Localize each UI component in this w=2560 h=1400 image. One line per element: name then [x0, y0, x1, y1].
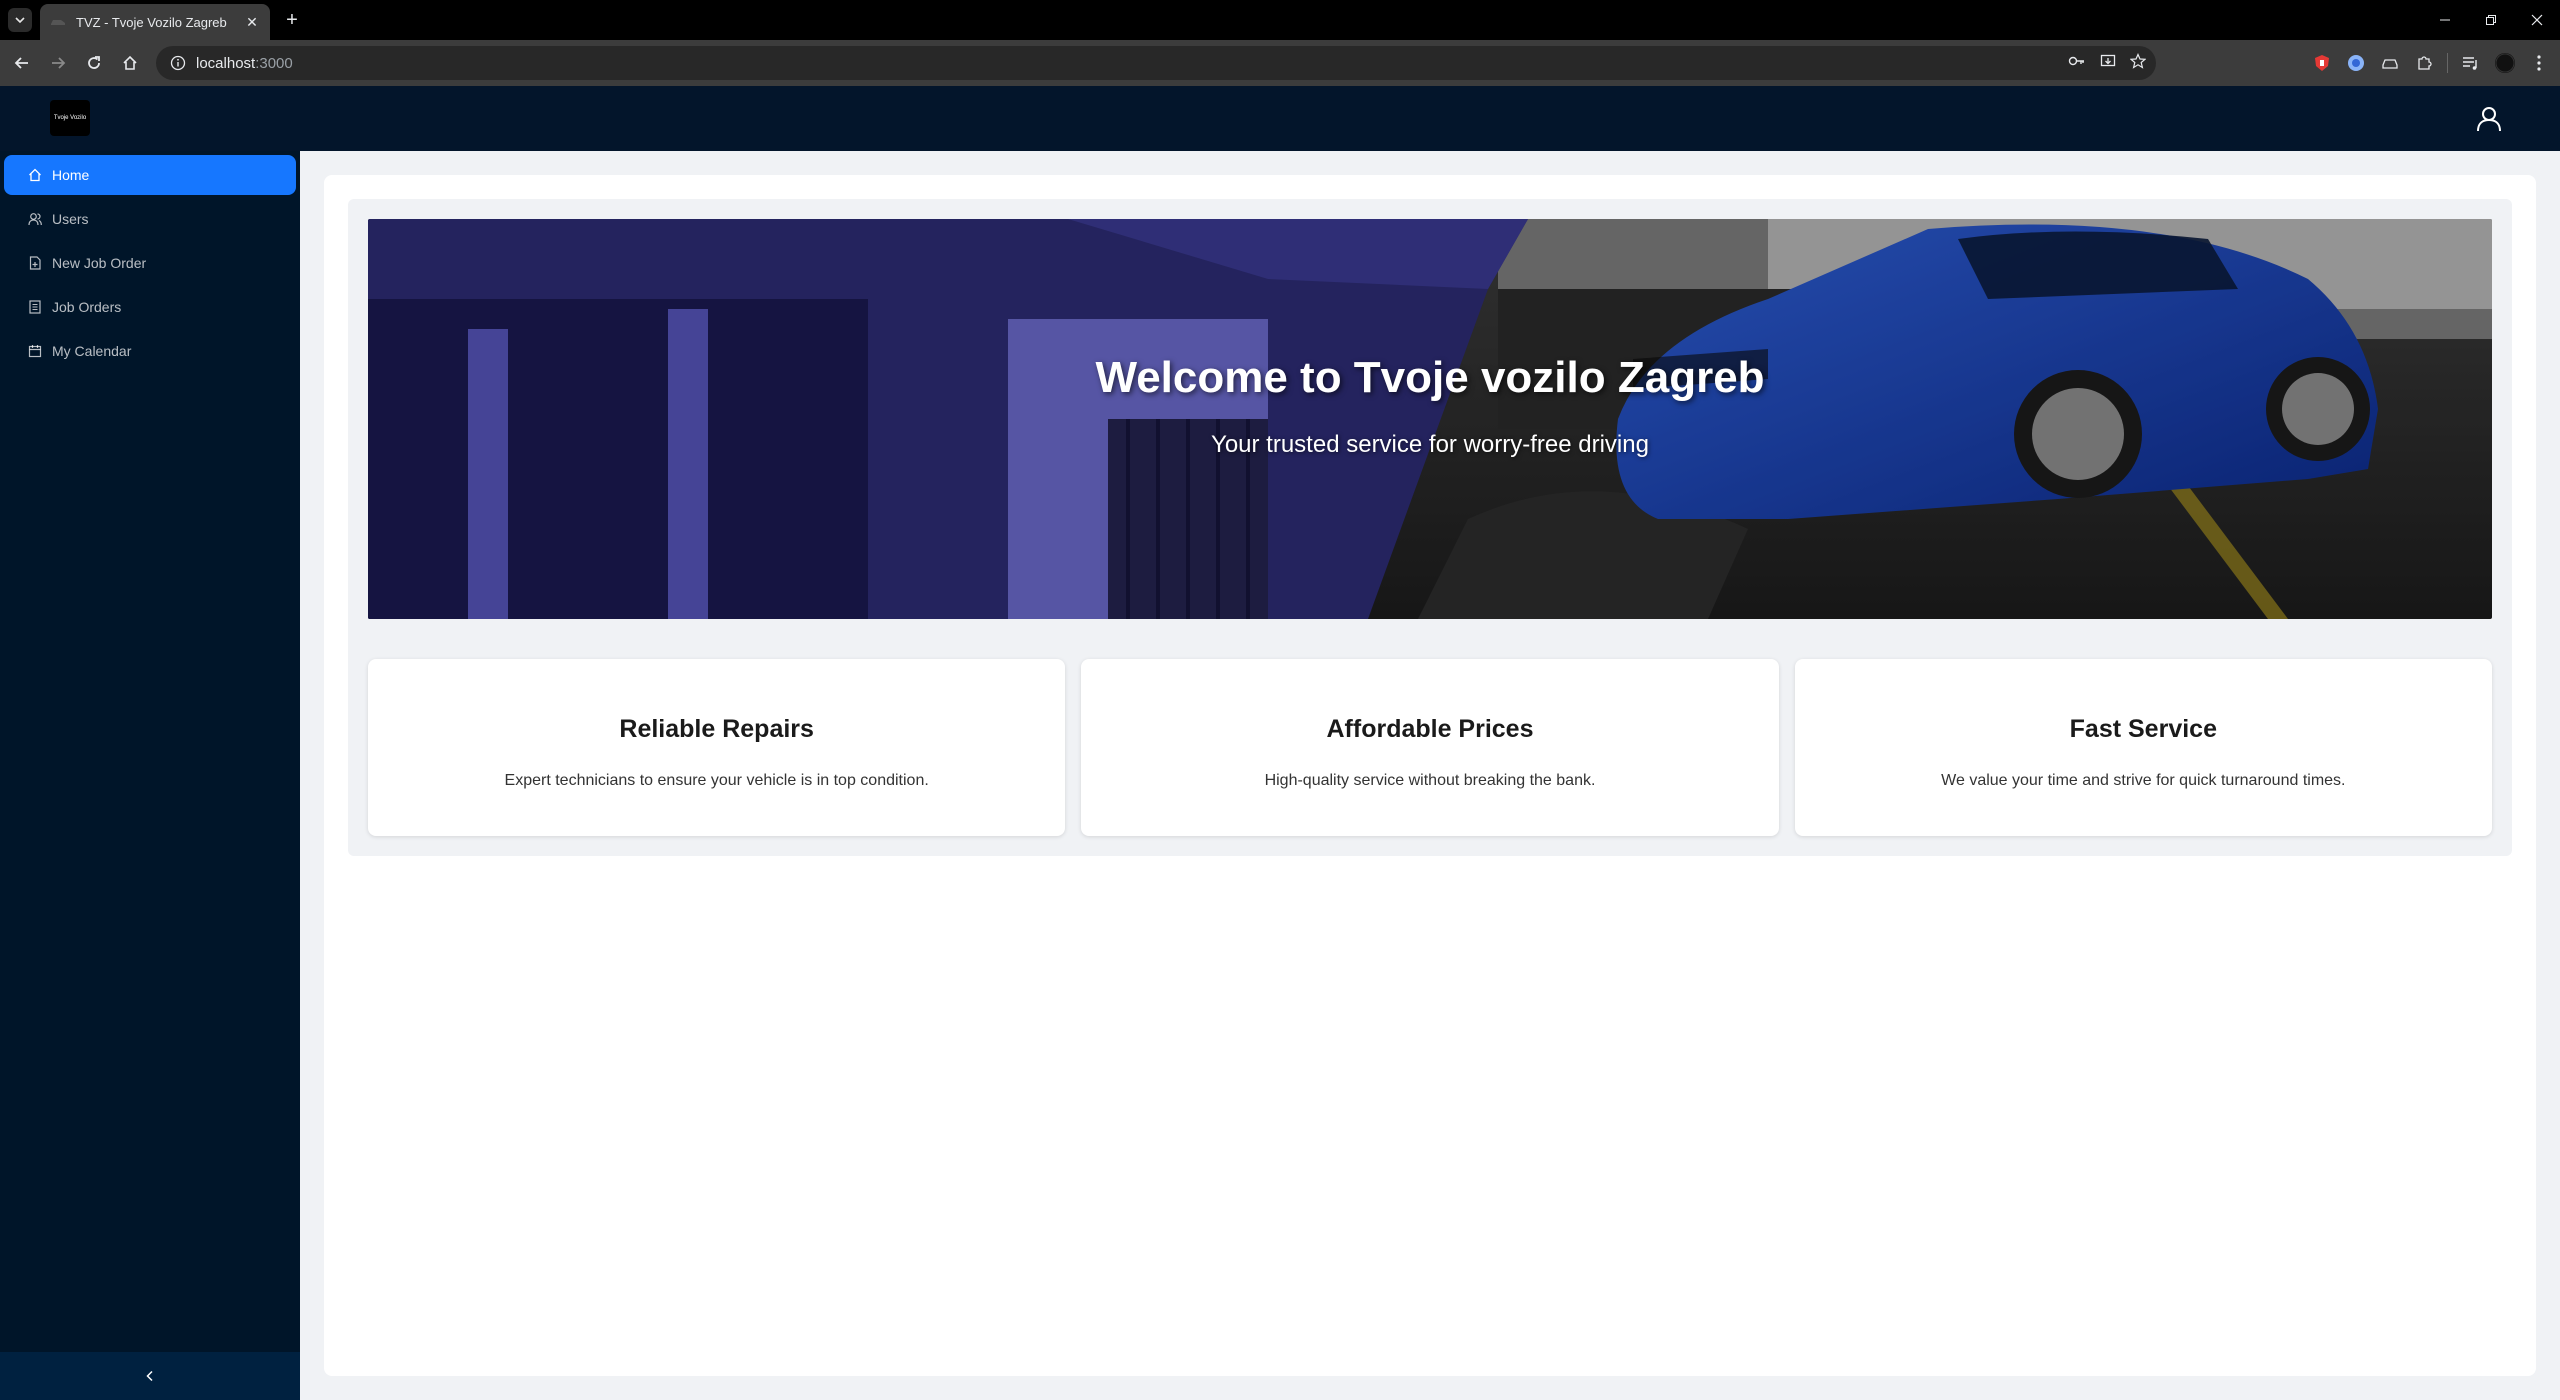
- users-icon: [28, 212, 42, 226]
- hero-subtitle: Your trusted service for worry-free driv…: [1211, 431, 1649, 458]
- list-icon: [28, 300, 42, 314]
- reload-icon: [88, 56, 100, 69]
- app-logo[interactable]: Tvoje Vozilo: [50, 100, 90, 136]
- sidebar-item-my-calendar[interactable]: My Calendar: [4, 331, 296, 371]
- browser-toolbar: localhost:3000: [0, 40, 2560, 86]
- user-icon: [2477, 107, 2501, 132]
- toolbar-divider: [2447, 53, 2448, 73]
- close-window-button[interactable]: [2514, 0, 2560, 40]
- browser-menu-icon[interactable]: [2528, 52, 2550, 74]
- logo-text: Tvoje Vozilo: [53, 115, 87, 121]
- back-button[interactable]: [4, 45, 40, 81]
- window-controls: [2422, 0, 2560, 40]
- home-browser-button[interactable]: [112, 45, 148, 81]
- extension-blue-icon[interactable]: [2345, 52, 2367, 74]
- calendar-icon: [28, 344, 42, 358]
- restore-icon: [2486, 15, 2496, 25]
- address-bar[interactable]: localhost:3000: [156, 46, 2156, 80]
- close-icon: [2531, 14, 2543, 26]
- sidebar-item-home[interactable]: Home: [4, 155, 296, 195]
- browser-tabstrip: TVZ - Tvoje Vozilo Zagreb ✕ +: [0, 0, 2560, 40]
- card-text: Expert technicians to ensure your vehicl…: [504, 772, 929, 789]
- card-text: We value your time and strive for quick …: [1941, 772, 2346, 789]
- user-profile-button[interactable]: [2472, 102, 2506, 136]
- url-host: localhost: [196, 54, 256, 72]
- omnibox-actions: [2068, 46, 2147, 80]
- url-port: :3000: [255, 54, 293, 72]
- restore-button[interactable]: [2468, 0, 2514, 40]
- extension-red-icon[interactable]: [2311, 52, 2333, 74]
- home-icon: [28, 168, 42, 182]
- card-title: Reliable Repairs: [619, 715, 814, 743]
- extensions-area: [2311, 40, 2560, 86]
- sidebar: Home Users New Job Order Job Orders My C…: [0, 151, 300, 1400]
- file-add-icon: [28, 256, 42, 270]
- home-panel: Welcome to Tvoje vozilo Zagreb Your trus…: [348, 199, 2512, 856]
- arrow-left-icon: [14, 57, 28, 69]
- card-text: High-quality service without breaking th…: [1264, 772, 1596, 789]
- tab-close-icon[interactable]: ✕: [244, 14, 260, 31]
- password-key-icon[interactable]: [2068, 54, 2086, 73]
- sidebar-item-label: Job Orders: [52, 299, 122, 315]
- profile-avatar-icon[interactable]: [2494, 52, 2516, 74]
- feature-card-affordable-prices: Affordable Prices High-quality service w…: [1081, 659, 1779, 836]
- sidebar-item-new-job-order[interactable]: New Job Order: [4, 243, 296, 283]
- minimize-button[interactable]: [2422, 0, 2468, 40]
- sidebar-item-label: New Job Order: [52, 255, 147, 271]
- feature-card-fast-service: Fast Service We value your time and stri…: [1794, 659, 2492, 836]
- extensions-puzzle-icon[interactable]: [2413, 52, 2435, 74]
- reload-button[interactable]: [76, 45, 112, 81]
- sidebar-item-users[interactable]: Users: [4, 199, 296, 239]
- chevron-down-icon: [15, 17, 25, 24]
- url-text: localhost:3000: [196, 55, 293, 72]
- tab-title: TVZ - Tvoje Vozilo Zagreb: [76, 14, 227, 30]
- new-tab-button[interactable]: +: [280, 8, 304, 32]
- chevron-left-icon: [146, 1370, 153, 1382]
- sidebar-menu: Home Users New Job Order Job Orders My C…: [0, 151, 300, 371]
- car-favicon-icon: [50, 16, 66, 28]
- arrow-right-icon: [52, 57, 66, 69]
- sidebar-item-job-orders[interactable]: Job Orders: [4, 287, 296, 327]
- features-row: Reliable Repairs Expert technicians to e…: [368, 659, 2492, 836]
- card-title: Affordable Prices: [1326, 715, 1534, 743]
- hero-title: Welcome to Tvoje vozilo Zagreb: [1095, 353, 1765, 402]
- feature-card-reliable-repairs: Reliable Repairs Expert technicians to e…: [368, 659, 1066, 836]
- extension-car-icon[interactable]: [2379, 52, 2401, 74]
- main-content: Welcome to Tvoje vozilo Zagreb Your trus…: [324, 175, 2536, 1376]
- sidebar-item-label: Home: [52, 167, 90, 183]
- tab-search-button[interactable]: [8, 8, 32, 32]
- hero-text: Welcome to Tvoje vozilo Zagreb Your trus…: [368, 219, 2492, 619]
- bookmark-star-icon[interactable]: [2129, 52, 2147, 74]
- sidebar-item-label: My Calendar: [52, 343, 132, 359]
- card-title: Fast Service: [2069, 715, 2217, 743]
- app-header: Tvoje Vozilo: [0, 86, 2560, 151]
- hero-banner: Welcome to Tvoje vozilo Zagreb Your trus…: [368, 219, 2492, 619]
- forward-button[interactable]: [40, 45, 76, 81]
- minimize-icon: [2440, 19, 2450, 21]
- home-icon: [123, 55, 137, 70]
- media-controls-icon[interactable]: [2460, 52, 2482, 74]
- install-app-icon[interactable]: [2100, 53, 2116, 74]
- browser-tab[interactable]: TVZ - Tvoje Vozilo Zagreb ✕: [40, 4, 270, 40]
- sidebar-collapse-button[interactable]: [0, 1352, 300, 1400]
- site-info-icon[interactable]: [170, 55, 186, 71]
- sidebar-item-label: Users: [52, 211, 89, 227]
